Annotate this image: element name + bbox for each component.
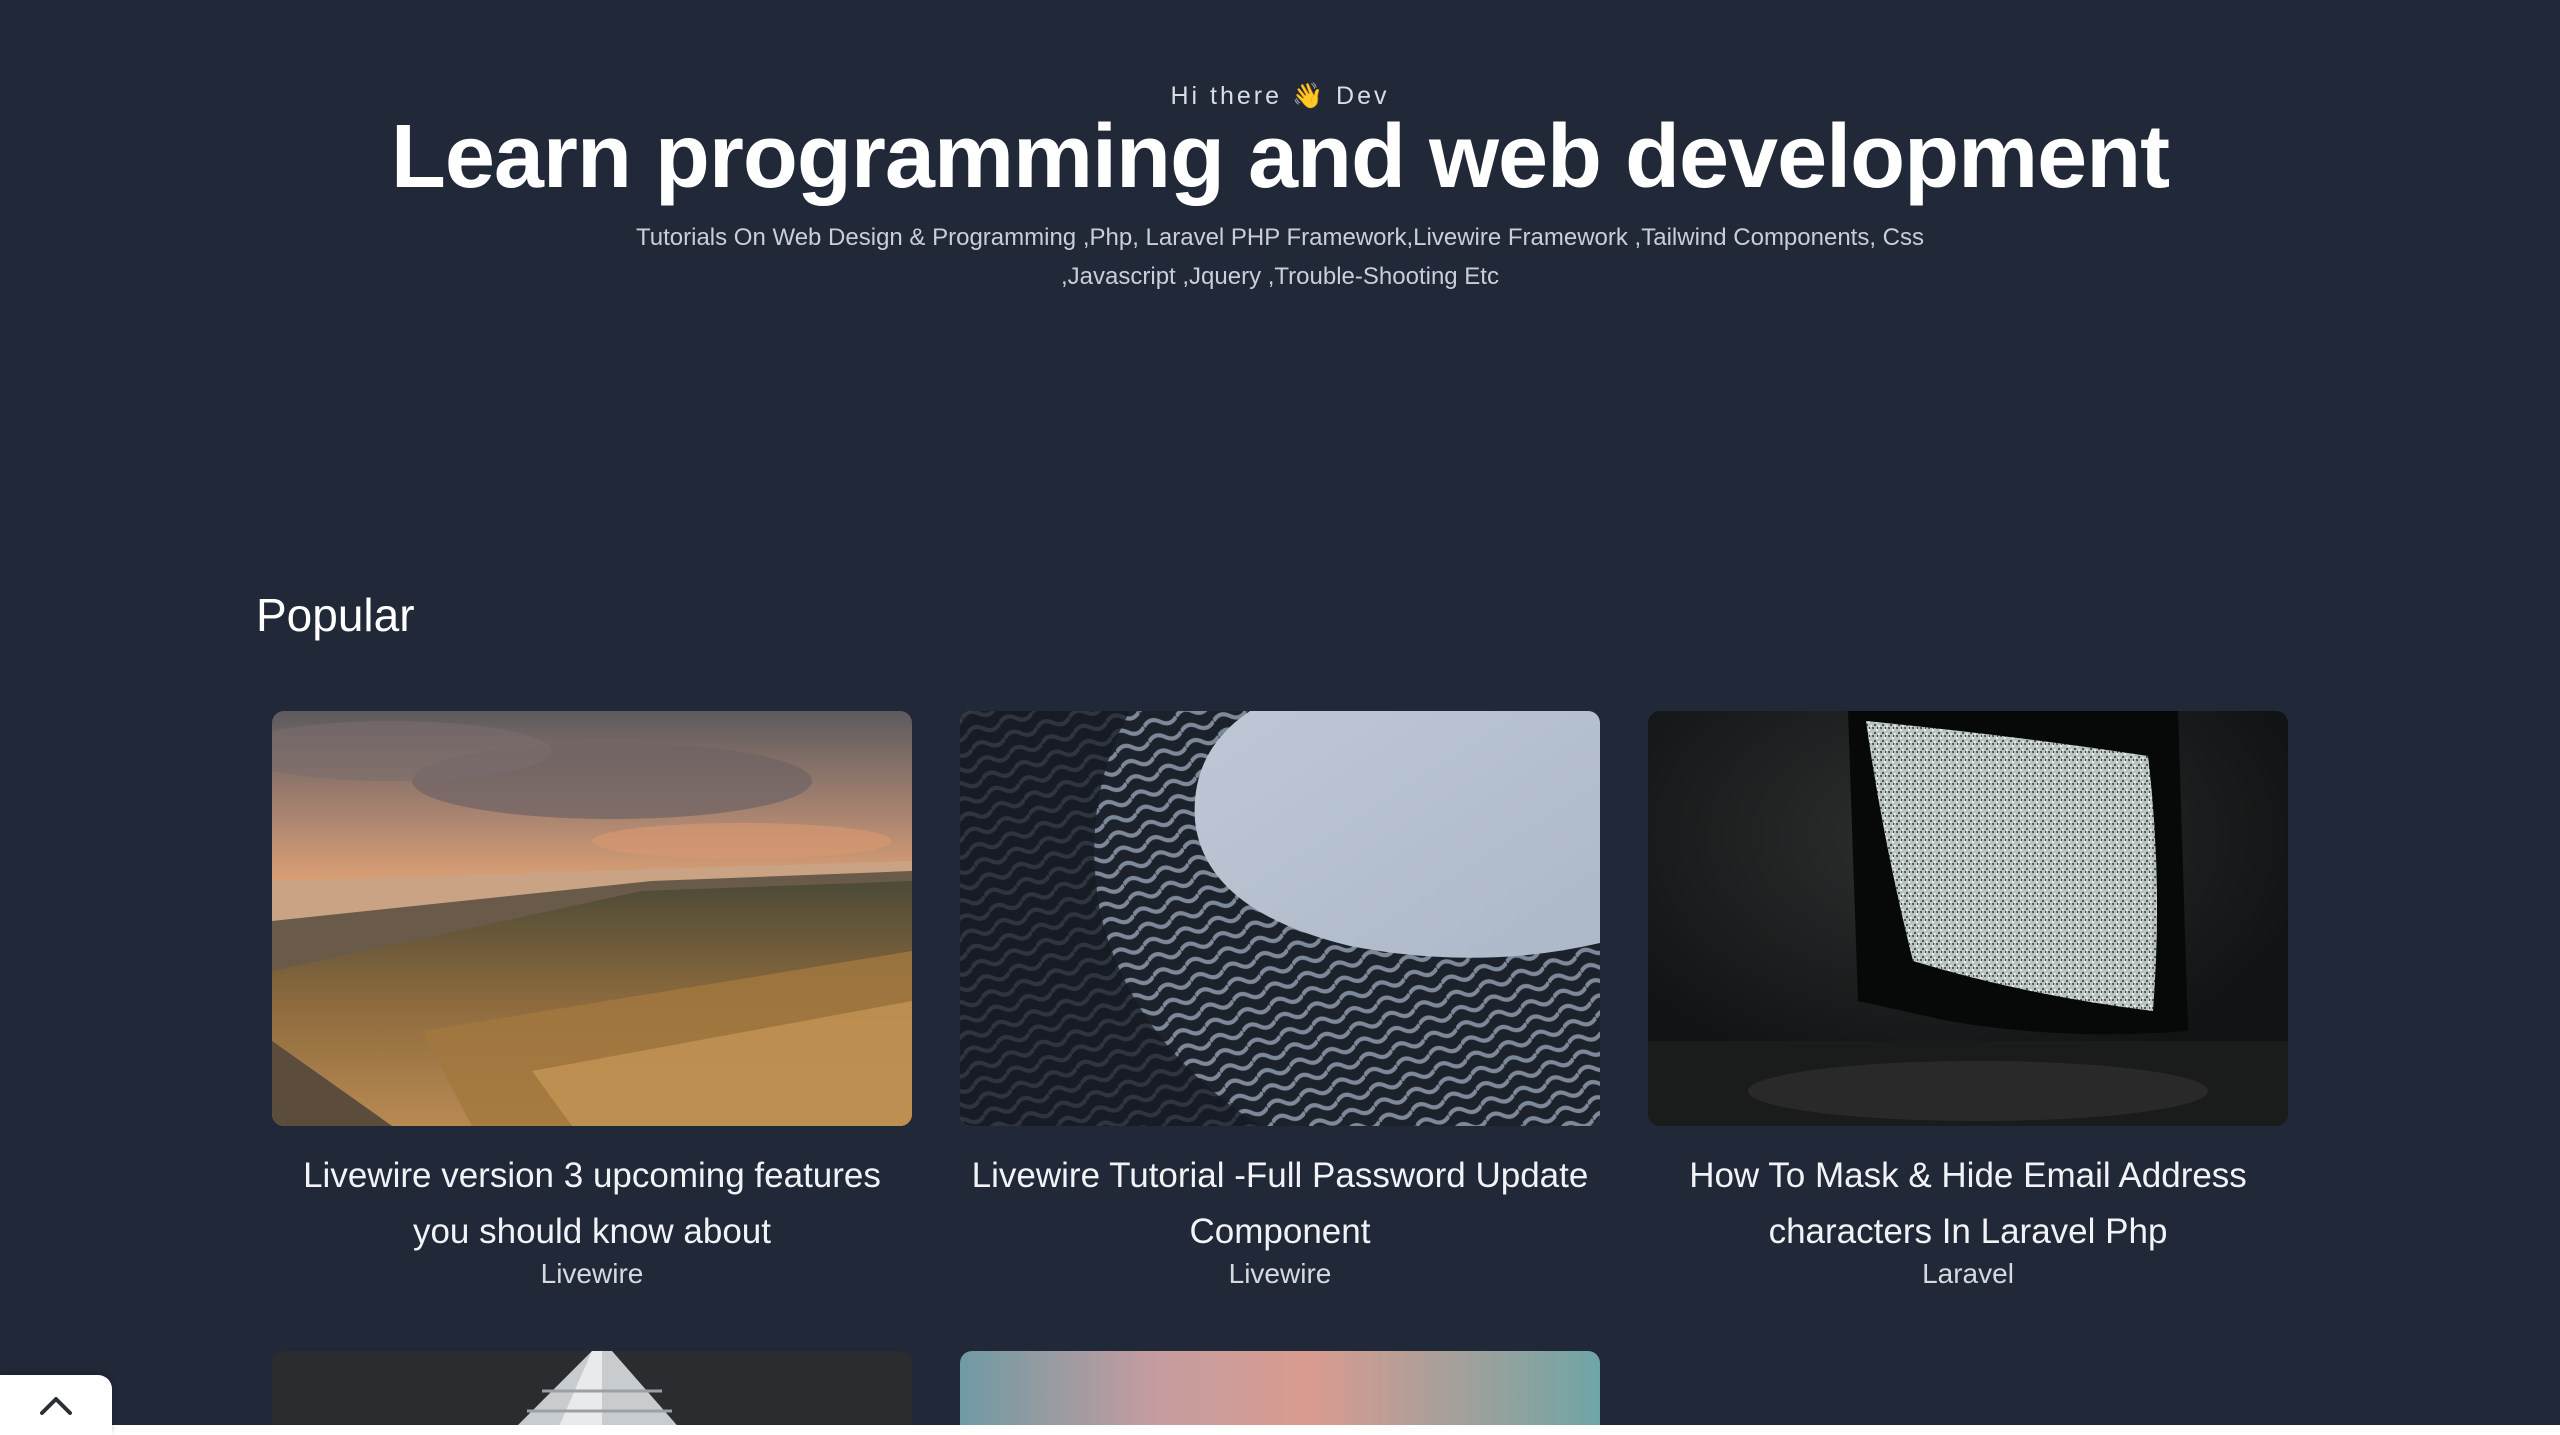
popular-heading: Popular: [256, 589, 415, 641]
beach-dunes-sunset-photo[interactable]: [272, 711, 912, 1126]
chevron-up-icon: [40, 1397, 72, 1415]
post-category[interactable]: Laravel: [1648, 1258, 2288, 1290]
hero-title: Learn programming and web development: [390, 107, 2170, 207]
architecture-facade-photo[interactable]: [960, 711, 1600, 1126]
hero-subtitle: Tutorials On Web Design & Programming ,P…: [635, 224, 1925, 290]
tv-static-photo[interactable]: [1648, 711, 2288, 1126]
home-page: Hi there 👋 Dev Learn programming and web…: [0, 0, 2560, 1425]
post-title[interactable]: How To Mask & Hide Email Address charact…: [1648, 1148, 2288, 1260]
post-category[interactable]: Livewire: [960, 1258, 1600, 1290]
building-corner-photo[interactable]: [272, 1351, 912, 1425]
scroll-to-top-button[interactable]: [0, 1375, 112, 1435]
post-title[interactable]: Livewire version 3 upcoming features you…: [272, 1148, 912, 1260]
post-category[interactable]: Livewire: [272, 1258, 912, 1290]
post-title[interactable]: Livewire Tutorial -Full Password Update …: [960, 1148, 1600, 1260]
pastel-sky-photo[interactable]: [960, 1351, 1600, 1425]
